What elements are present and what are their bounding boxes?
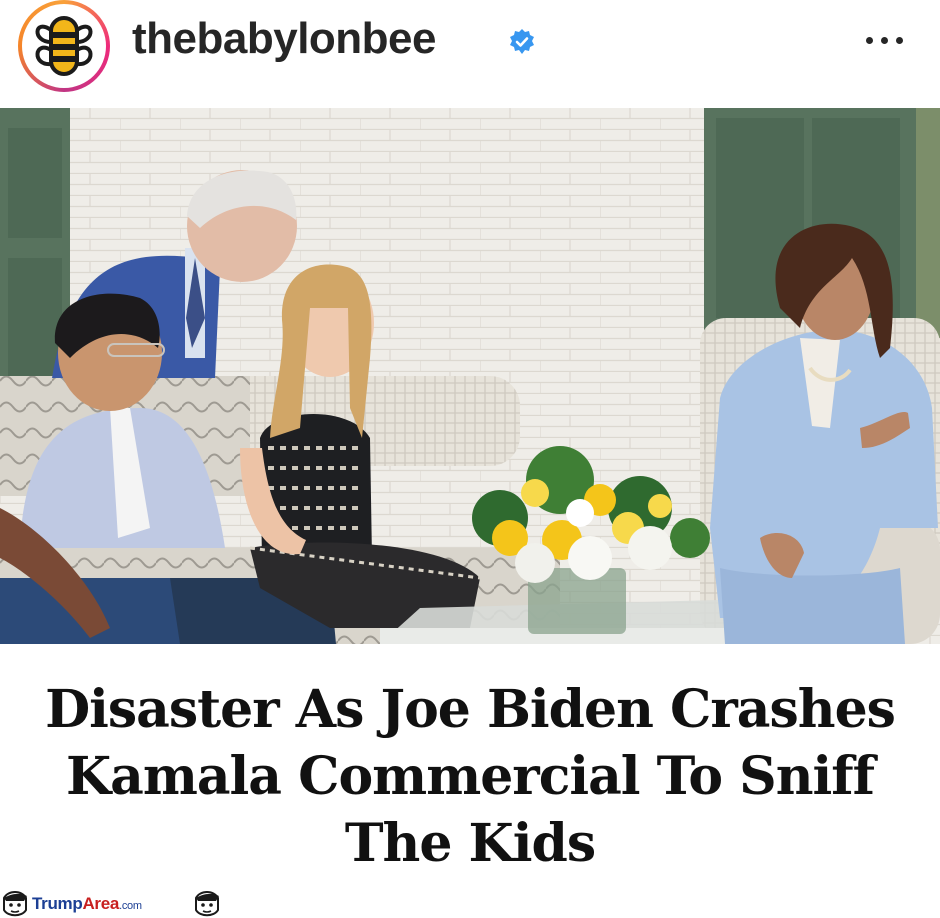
- cartoon-face-icon: [3, 891, 27, 917]
- more-options-icon[interactable]: [860, 20, 910, 60]
- post-header: thebabylonbee: [0, 0, 940, 108]
- babylon-bee-logo-icon: [22, 4, 106, 88]
- watermark-text: TrumpArea.com: [32, 894, 142, 913]
- verified-badge-icon: [510, 29, 534, 54]
- watermark: TrumpArea.com: [0, 890, 230, 918]
- cartoon-face-icon: [195, 891, 219, 917]
- avatar[interactable]: [18, 0, 110, 92]
- post-image: [0, 108, 940, 644]
- headline: Disaster As Joe Biden Crashes Kamala Com…: [45, 679, 896, 874]
- username[interactable]: thebabylonbee: [132, 14, 437, 64]
